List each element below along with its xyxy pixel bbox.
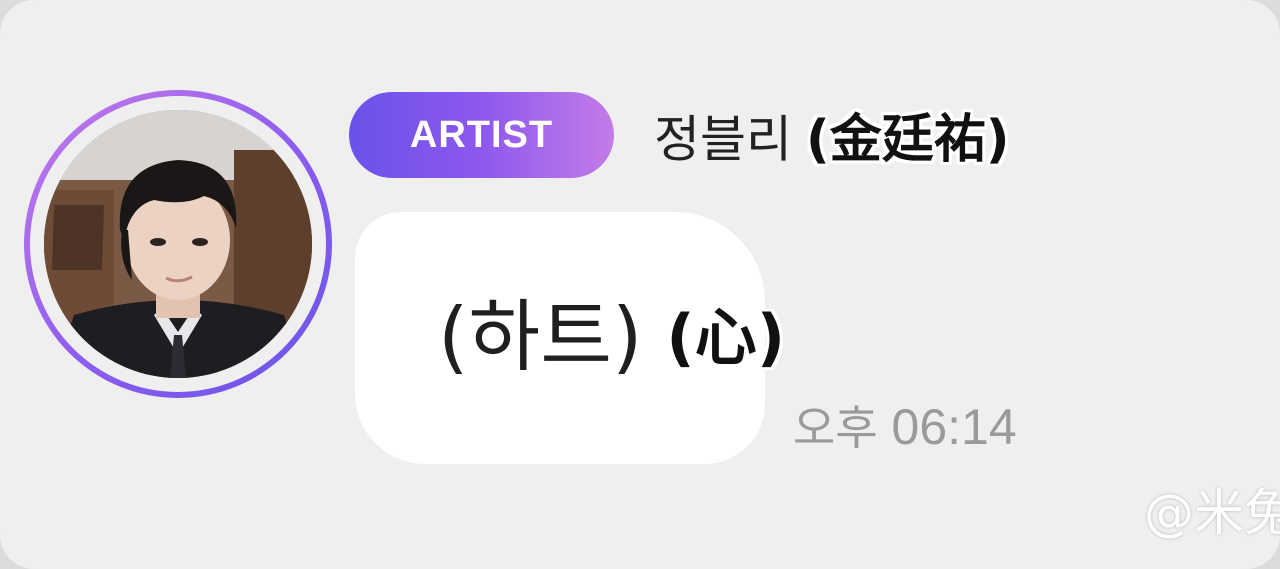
message-timestamp: 오후 06:14 (793, 392, 1017, 463)
sender-name-row: 정블리 (金廷祐) (654, 94, 1010, 178)
avatar-ring (24, 90, 332, 398)
message-text: (하트) (438, 292, 643, 383)
avatar[interactable] (44, 110, 312, 378)
avatar-photo (44, 110, 312, 378)
sender-name-caption: (金廷祐) (806, 109, 1010, 170)
sender-name[interactable]: 정블리 (654, 111, 792, 169)
message-content: (하트) (心) (438, 282, 785, 392)
message-caption: (心) (666, 300, 786, 374)
timestamp-period: 오후 (793, 401, 878, 455)
artist-badge: ARTIST (349, 92, 614, 178)
watermark: @米兔 (1144, 484, 1280, 542)
chat-screen: ARTIST 정블리 (金廷祐) (하트) (心) 오후 06:14 @米兔 (0, 0, 1280, 569)
timestamp-time: 06:14 (891, 399, 1017, 455)
